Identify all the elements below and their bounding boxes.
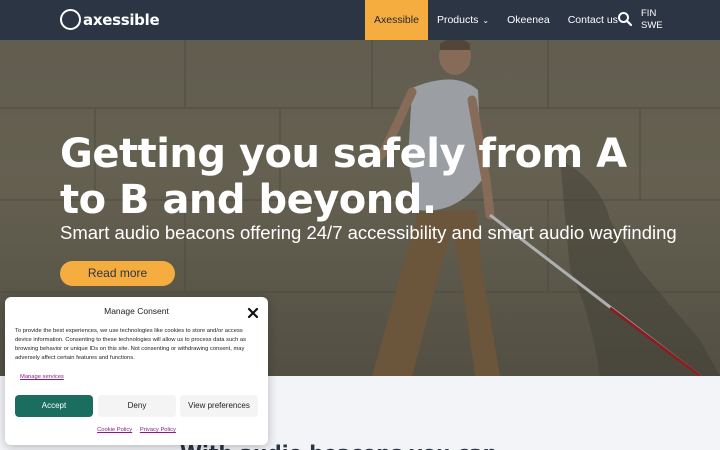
nav-item-products[interactable]: Products ⌄ [428, 0, 498, 40]
deny-button[interactable]: Deny [98, 395, 176, 417]
hero-title: Getting you safely from A to B and beyon… [60, 131, 627, 223]
main-nav: Axessible Products ⌄ Okeenea Contact us [365, 0, 627, 40]
nav-item-okeenea[interactable]: Okeenea [498, 0, 559, 40]
lang-fin[interactable]: FIN [641, 8, 663, 20]
search-icon[interactable] [617, 11, 633, 27]
read-more-button[interactable]: Read more [60, 261, 175, 286]
close-icon[interactable] [247, 304, 259, 319]
logo-text: axessible [83, 10, 160, 29]
manage-services-link[interactable]: Manage services [20, 374, 64, 380]
privacy-policy-link[interactable]: Privacy Policy [140, 427, 176, 433]
language-switcher: FIN SWE [641, 8, 663, 32]
nav-item-axessible[interactable]: Axessible [365, 0, 428, 40]
consent-title: Manage Consent [104, 306, 169, 316]
consent-policy-links: Cookie Policy Privacy Policy [5, 427, 268, 433]
view-preferences-button[interactable]: View preferences [180, 395, 258, 417]
chevron-down-icon: ⌄ [482, 16, 490, 25]
axessible-logo[interactable]: axessible [60, 9, 160, 30]
accept-button[interactable]: Accept [15, 395, 93, 417]
logo-ring-icon [60, 9, 81, 30]
consent-dialog: Manage Consent To provide the best exper… [5, 297, 268, 445]
consent-body-text: To provide the best experiences, we use … [15, 328, 247, 361]
site-header: axessible Axessible Products ⌄ Okeenea Co… [0, 0, 720, 40]
lang-swe[interactable]: SWE [641, 20, 663, 32]
hero-subtitle: Smart audio beacons offering 24/7 access… [60, 222, 677, 243]
nav-item-products-label: Products [436, 14, 479, 26]
cookie-policy-link[interactable]: Cookie Policy [97, 427, 132, 433]
